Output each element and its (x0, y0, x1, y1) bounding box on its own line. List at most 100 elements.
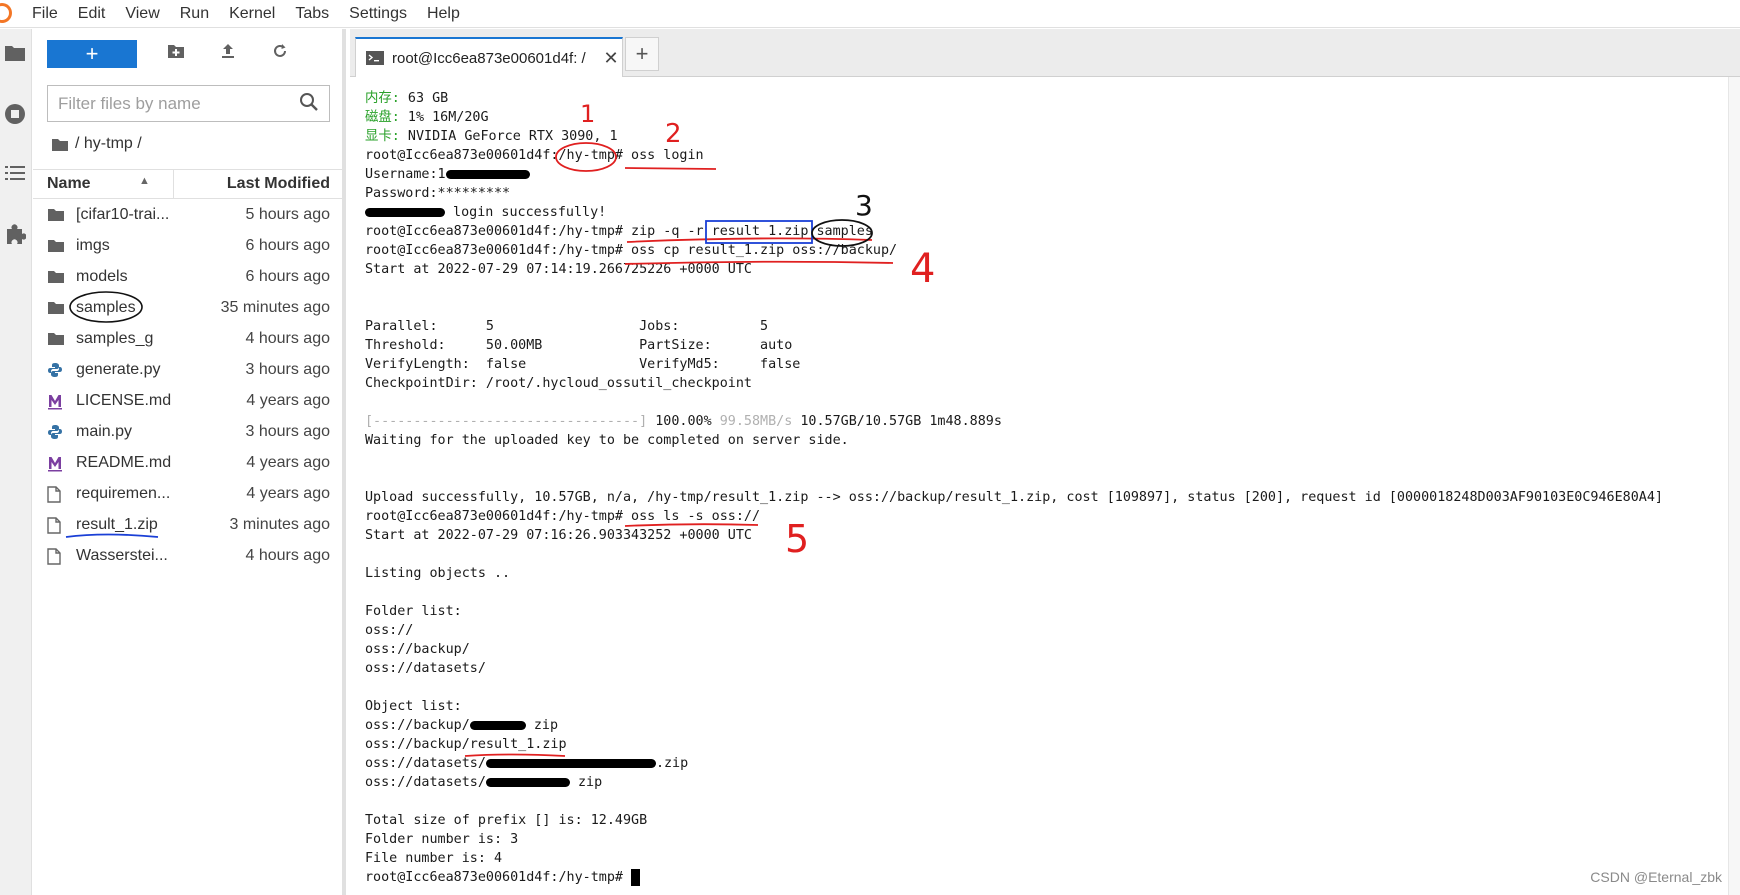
file-modified: 3 hours ago (245, 361, 330, 378)
column-modified-header[interactable]: Last Modified (227, 175, 330, 193)
file-list: [cifar10-trai... 5 hours ago imgs 6 hours … (33, 200, 346, 572)
file-row[interactable]: samples_g 4 hours ago (33, 324, 346, 355)
file-name: models (76, 268, 128, 285)
terminal-line: root@Icc6ea873e00601d4f:/hy-tmp# oss ls … (365, 509, 761, 524)
running-sessions-icon[interactable] (2, 103, 28, 129)
folder-icon[interactable] (51, 137, 69, 152)
column-divider[interactable] (173, 170, 174, 198)
close-icon[interactable]: ✕ (600, 48, 622, 69)
menu-tabs[interactable]: Tabs (285, 0, 339, 28)
folder-icon (47, 269, 65, 285)
terminal-line: oss://datasets/ zip (365, 773, 1730, 792)
progress-percent: 100.00% (647, 414, 720, 429)
python-icon (47, 424, 65, 440)
prompt-line[interactable]: root@Icc6ea873e00601d4f:/hy-tmp# (365, 868, 1730, 887)
new-tab-button[interactable]: + (625, 37, 659, 71)
file-name: LICENSE.md (76, 392, 172, 409)
redaction-mark (445, 169, 530, 179)
menu-settings[interactable]: Settings (339, 0, 417, 28)
object-suffix: zip (569, 775, 603, 790)
file-modified: 35 minutes ago (220, 299, 330, 316)
breadcrumb-path[interactable]: / hy-tmp / (75, 135, 142, 153)
terminal-line: Object list: (365, 699, 462, 714)
redaction-mark (469, 720, 526, 730)
object-path: oss://datasets/ (365, 775, 486, 790)
file-modified: 3 hours ago (245, 423, 330, 440)
terminal-line: 磁盘: 1% 16M/20G (365, 108, 1730, 127)
file-browser-toolbar: + (47, 39, 293, 69)
terminal-line: oss://backup/ zip (365, 716, 1730, 735)
folder-icon[interactable] (2, 43, 28, 69)
markdown-icon (47, 393, 65, 410)
column-name-header[interactable]: Name (47, 175, 91, 193)
markdown-icon (47, 455, 65, 472)
terminal-line: oss://datasets/ .zip (365, 754, 1730, 773)
file-row[interactable]: generate.py 3 hours ago (33, 355, 346, 386)
new-launcher-button[interactable]: + (47, 40, 137, 68)
terminal-line: Folder list: (365, 604, 462, 619)
terminal-line: oss://datasets/ (365, 661, 486, 676)
terminal-line: VerifyLength: false VerifyMd5: false (365, 357, 801, 372)
redaction-mark (485, 777, 570, 787)
filter-files-field[interactable] (47, 85, 330, 122)
upload-icon[interactable] (215, 41, 241, 67)
file-row[interactable]: main.py 3 hours ago (33, 417, 346, 448)
folder-icon (47, 207, 65, 223)
file-row[interactable]: requiremen... 4 years ago (33, 479, 346, 510)
tab-bar: root@Icc6ea873e00601d4f: / ✕ + (350, 29, 1740, 77)
menu-kernel[interactable]: Kernel (219, 0, 285, 28)
menu-edit[interactable]: Edit (68, 0, 116, 28)
file-row[interactable]: samples 35 minutes ago (33, 293, 346, 324)
tab-terminal[interactable]: root@Icc6ea873e00601d4f: / ✕ (355, 37, 623, 77)
terminal-line: root@Icc6ea873e00601d4f:/hy-tmp# oss cp … (365, 243, 898, 258)
folder-icon (47, 300, 65, 316)
search-icon (299, 92, 321, 114)
menu-file[interactable]: File (22, 0, 68, 28)
jupyter-logo-icon (0, 0, 22, 28)
terminal-line: Listing objects .. (365, 566, 511, 581)
file-row[interactable]: result_1.zip 3 minutes ago (33, 510, 346, 541)
filter-files-input[interactable] (48, 86, 288, 121)
file-name: main.py (76, 423, 133, 440)
file-modified: 6 hours ago (245, 237, 330, 254)
file-row[interactable]: imgs 6 hours ago (33, 231, 346, 262)
menu-run[interactable]: Run (170, 0, 219, 28)
prompt-text: root@Icc6ea873e00601d4f:/hy-tmp# (365, 870, 632, 885)
breadcrumb: / hy-tmp / (51, 135, 142, 153)
terminal-line: root@Icc6ea873e00601d4f:/hy-tmp# zip -q … (365, 224, 873, 239)
terminal-line: Parallel: 5 Jobs: 5 (365, 319, 769, 334)
menu-help[interactable]: Help (417, 0, 470, 28)
file-list-header: Name ▲ Last Modified (33, 169, 346, 199)
folder-icon (47, 331, 65, 347)
gpu-value: NVIDIA GeForce RTX 3090, 1 (399, 129, 618, 144)
progress-line: [---------------------------------] 100.… (365, 412, 1730, 431)
file-row[interactable]: Wasserstei... 4 hours ago (33, 541, 346, 572)
file-name: Wasserstei... (76, 547, 168, 564)
terminal-cursor (631, 868, 641, 886)
file-row[interactable]: [cifar10-trai... 5 hours ago (33, 200, 346, 231)
object-suffix: .zip (655, 756, 689, 771)
terminal-output[interactable]: 内存: 63 GB 磁盘: 1% 16M/20G 显卡: NVIDIA GeFo… (365, 89, 1730, 889)
file-row[interactable]: README.md 4 years ago (33, 448, 346, 479)
extensions-puzzle-icon[interactable] (2, 223, 28, 249)
file-modified: 4 years ago (246, 485, 330, 502)
table-of-contents-icon[interactable] (2, 163, 28, 189)
terminal-icon (366, 51, 384, 65)
menu-view[interactable]: View (115, 0, 169, 28)
terminal-line: Password:********* (365, 186, 511, 201)
file-row[interactable]: LICENSE.md 4 years ago (33, 386, 346, 417)
file-modified: 4 hours ago (245, 547, 330, 564)
file-modified: 4 years ago (246, 392, 330, 409)
terminal-line: root@Icc6ea873e00601d4f:/hy-tmp# oss log… (365, 148, 704, 163)
refresh-icon[interactable] (267, 41, 293, 67)
menu-bar: File Edit View Run Kernel Tabs Settings … (0, 0, 1740, 28)
new-folder-icon[interactable] (163, 41, 189, 67)
terminal-line: login successfully! (365, 203, 1730, 222)
file-row[interactable]: models 6 hours ago (33, 262, 346, 293)
